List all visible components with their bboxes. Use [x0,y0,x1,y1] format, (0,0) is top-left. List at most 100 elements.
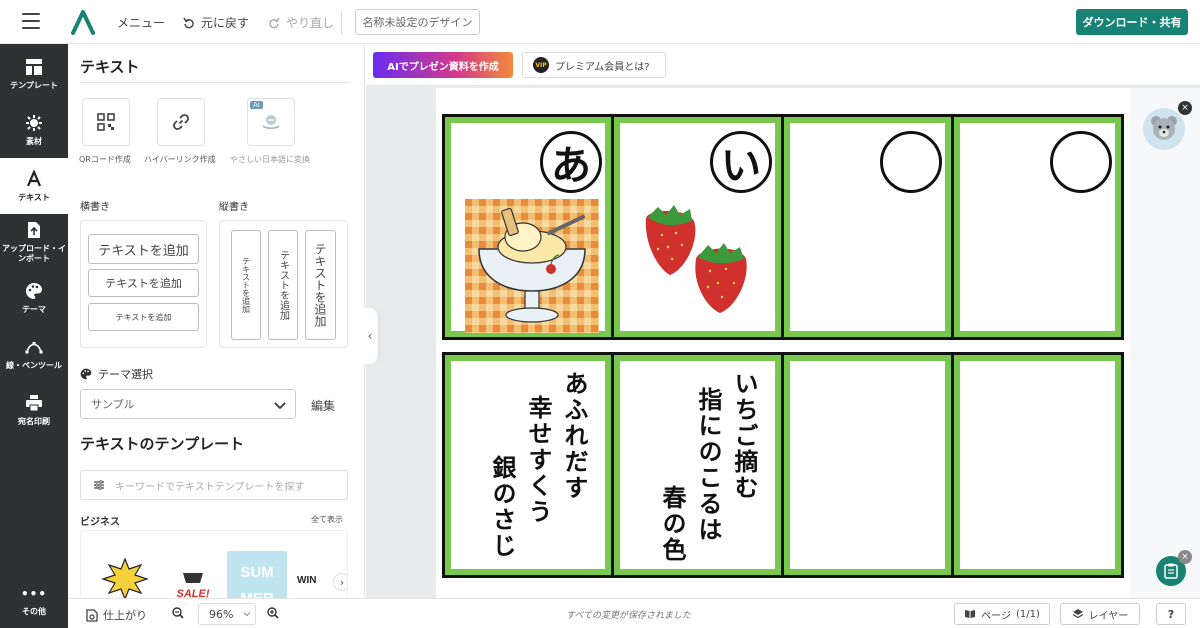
card-face: あ [451,123,605,333]
rail-item-upload[interactable]: アップロード・インポート [0,214,68,270]
add-vertical-body-text-button[interactable]: テキストを追加 [231,230,261,340]
rail-item-assets[interactable]: 素材 [0,102,68,158]
chevron-down-icon [274,402,286,410]
zoom-select[interactable]: 96% [198,603,256,625]
reading-card-blank-3[interactable] [784,355,951,575]
rail-item-pen-tool[interactable]: 線・ペンツール [0,326,68,382]
add-vertical-subheading-text-button[interactable]: テキストを追加 [268,230,298,340]
hyperlink-button[interactable] [157,98,205,146]
add-subheading-text-button[interactable]: テキストを追加 [88,269,199,297]
card-face: あふれだす 幸せすくう 銀のさじ [451,361,605,569]
close-assistant-icon[interactable]: × [1178,101,1192,115]
qr-code-button[interactable] [82,98,130,146]
picture-card-a[interactable]: あ [445,117,611,337]
zoom-out-button[interactable] [172,607,184,619]
theme-select[interactable]: サンプル [80,389,296,419]
link-icon [173,114,189,130]
menu-button[interactable]: メニュー [117,14,165,31]
canvas-subbar: AIでプレゼン資料を作成 VIP プレミアム会員とは? [366,44,1200,86]
picture-card-i[interactable]: い [614,117,781,337]
layers-icon [1072,609,1083,619]
add-heading-text-button[interactable]: テキストを追加 [88,234,199,264]
theme-edit-link[interactable]: 編集 [311,397,335,414]
reading-card-i[interactable]: いちご摘む 指にのこるは 春の色 [614,355,781,575]
picture-card-blank-4[interactable] [954,117,1121,337]
karuta-row-reading-cards: あふれだす 幸せすくう 銀のさじ いちご摘む 指にのこるは 春の色 [442,352,1124,578]
design-name-field[interactable]: 名称未設定のデザイン [355,9,480,35]
zoom-in-icon [267,607,279,619]
picture-card-blank-3[interactable] [784,117,951,337]
card-face [960,361,1115,569]
premium-info-button[interactable]: VIP プレミアム会員とは? [522,52,666,78]
rail-item-address-print[interactable]: 宛名印刷 [0,382,68,438]
reading-line-1: あふれだす [560,371,588,501]
help-button[interactable]: ? [1156,603,1186,625]
summer-graphic: SUM MER [240,564,274,598]
hyperlink-label: ハイパーリンク作成 [144,155,216,164]
card-face [790,123,945,331]
palette-icon [80,368,92,380]
pages-button[interactable]: ページ (1/1) [954,603,1050,625]
add-body-text-button[interactable]: テキストを追加 [88,303,199,331]
reading-card-blank-4[interactable] [954,355,1121,575]
assistant-bear-button[interactable] [1143,108,1185,150]
close-notes-icon[interactable]: × [1178,550,1192,564]
collapse-panel-button[interactable]: ‹ [362,308,378,364]
reading-line-3: 春の色 [658,485,686,563]
clipboard-icon [1164,563,1178,579]
zoom-out-icon [172,607,184,619]
book-icon [965,610,976,618]
printer-icon [26,394,42,412]
left-nav-rail: テンプレート 素材 テキスト アップロード・インポート テーマ 線・ペンツール … [0,44,68,628]
vertical-heading: 縦書き [219,202,249,213]
winter-text: WIN [297,575,316,586]
zoom-in-button[interactable] [267,607,279,619]
app-logo[interactable] [70,9,96,35]
redo-button[interactable]: やり直し [268,14,334,31]
add-vertical-heading-text-button[interactable]: テキストを追加 [305,230,336,340]
text-templates-title: テキストのテンプレート [80,435,245,453]
winter-graphic: WIN [297,575,316,586]
finish-preview-button[interactable]: 仕上がり [86,607,147,623]
bottom-bar: 仕上がり 96% すべての変更が保存されました ページ (1/1) レイヤー ? [68,598,1200,628]
canvas-right-margin [1130,88,1200,598]
easy-japanese-icon [262,115,280,130]
bear-mascot-icon [1151,116,1177,140]
template-thumb-winter[interactable]: WIN [295,551,335,598]
card-face: い [620,123,775,331]
more-icon: ••• [20,587,47,601]
download-share-button[interactable]: ダウンロード・共有 [1076,9,1188,35]
save-status: すべての変更が保存されました [566,611,692,621]
easy-japanese-label: やさしい日本語に変換 [230,155,310,164]
thumbs-next-button[interactable]: › [333,573,347,591]
palette-icon [26,282,42,299]
card-face [960,123,1115,331]
template-thumb-summer[interactable]: SUM MER [227,551,287,598]
rail-item-theme[interactable]: テーマ [0,270,68,326]
theme-selection-heading: テーマ選択 [80,366,153,382]
template-thumb-burst[interactable] [95,551,155,598]
template-thumb-sale[interactable]: SALE! [163,551,223,598]
undo-button[interactable]: 元に戻す [183,14,249,31]
qr-code-icon [97,113,115,131]
chevron-left-icon: ‹ [367,329,373,343]
rail-item-more[interactable]: ••• その他 [0,582,68,622]
strawberries-illustration [645,205,747,313]
ai-presentation-button[interactable]: AIでプレゼン資料を作成 [373,52,513,78]
asset-icon [26,114,42,131]
layers-button[interactable]: レイヤー [1060,603,1140,625]
show-all-link[interactable]: 全て表示 [311,514,343,525]
reading-card-a[interactable]: あふれだす 幸せすくう 銀のさじ [445,355,611,575]
panel-title: テキスト [80,58,140,76]
search-placeholder: キーワードでテキストテンプレートを探す [115,481,305,493]
rail-item-templates[interactable]: テンプレート [0,46,68,102]
easy-japanese-button[interactable]: AI [247,98,295,146]
cart-graphic: SALE! [177,573,210,598]
template-search-input[interactable]: キーワードでテキストテンプレートを探す [80,470,348,500]
kana-circle [1050,131,1112,193]
kana-circle [880,131,942,193]
rail-item-text[interactable]: テキスト [0,158,68,214]
toolbar-divider [341,10,342,34]
hamburger-menu-icon[interactable] [22,13,40,29]
kana-circle: あ [540,131,602,193]
